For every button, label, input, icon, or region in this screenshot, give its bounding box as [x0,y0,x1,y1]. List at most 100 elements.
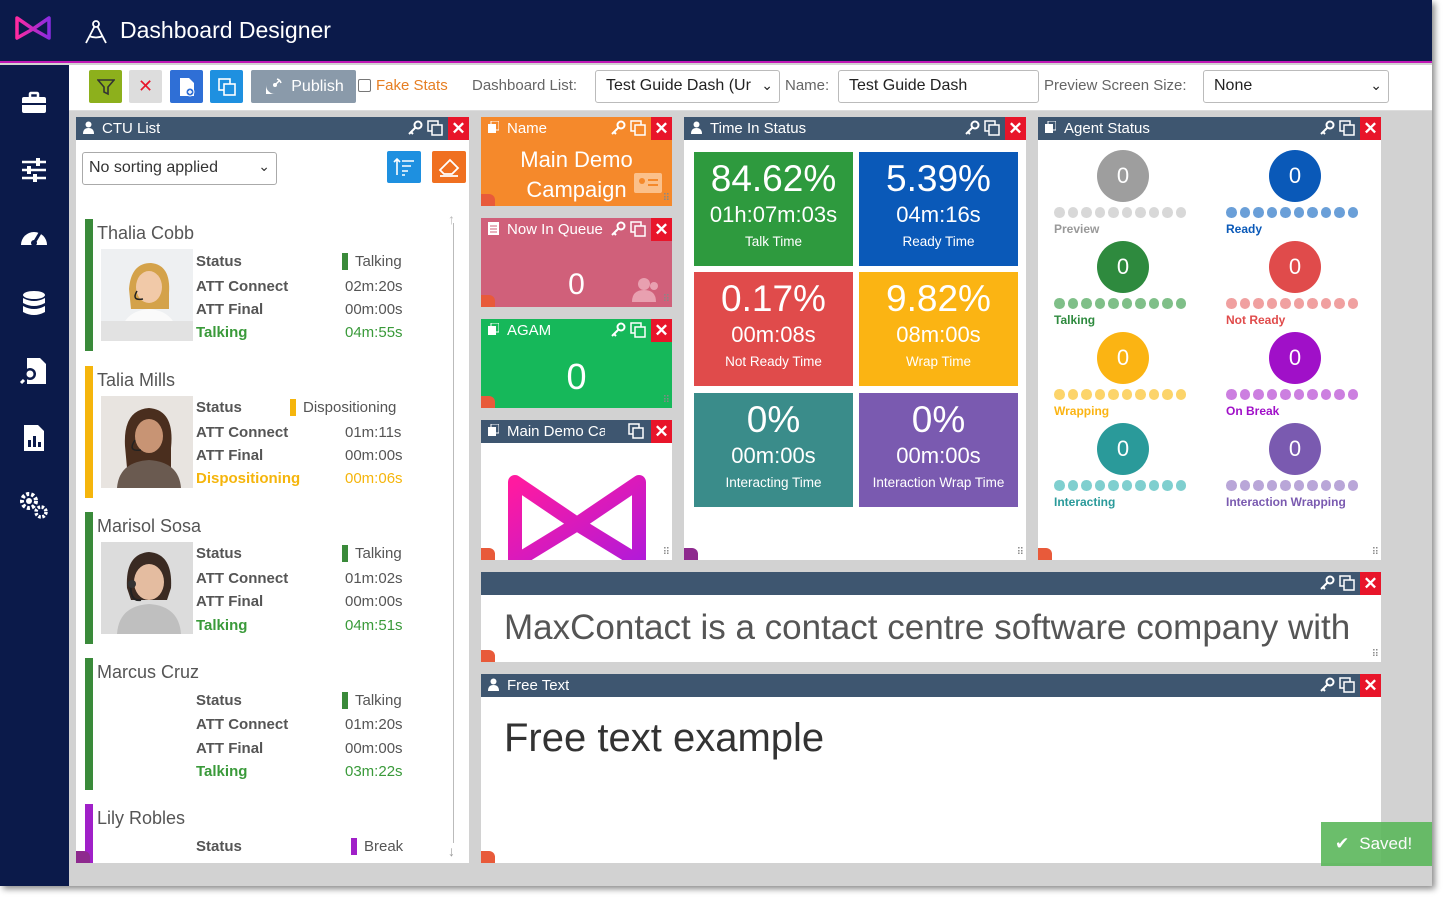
clear-sort-button[interactable] [432,151,466,183]
gauge-icon[interactable] [18,221,50,253]
key-icon[interactable] [1319,677,1335,693]
drag-grip-icon[interactable]: ⠿ [1017,548,1024,558]
copy-dashboard-button[interactable] [210,70,243,103]
copy-icon[interactable] [427,120,443,136]
status-label: Talking [1054,313,1096,327]
resize-corner[interactable] [481,295,495,307]
key-icon[interactable] [964,120,980,136]
agent-card[interactable]: Marcus Cruz Status Talking ATT Connect 0… [85,658,455,790]
database-icon[interactable] [18,288,50,320]
scrollbar[interactable] [452,213,456,853]
sort-button[interactable] [387,151,421,183]
agent-status-cell: 0 Interaction Wrapping [1226,423,1366,513]
resize-corner[interactable] [481,851,495,863]
panel-header: CTU List ✕ [76,117,469,140]
tile-label: Ready Time [902,234,975,249]
copy-icon[interactable] [630,120,646,136]
att-connect-value: 01m:20s [345,716,403,733]
drag-grip-icon[interactable]: ⠿ [663,194,670,204]
status-label: Status [196,253,242,270]
copy-icon[interactable] [1339,677,1355,693]
drag-grip-icon[interactable]: ⠿ [663,548,670,558]
key-icon[interactable] [610,322,626,338]
preview-size-select[interactable]: None ⌄ [1203,70,1389,103]
close-button[interactable]: ✕ [651,319,672,342]
copy-icon[interactable] [1339,120,1355,136]
close-button[interactable]: ✕ [1360,572,1381,595]
status-count: 0 [1269,332,1321,384]
close-button[interactable]: ✕ [1005,117,1026,140]
copy-icon[interactable] [628,423,644,439]
status-count: 0 [1097,332,1149,384]
close-button[interactable]: ✕ [651,218,672,241]
maxcontact-logo[interactable] [14,15,52,41]
copy-icon[interactable] [630,322,646,338]
close-button[interactable]: ✕ [1360,117,1381,140]
copy-icon[interactable] [984,120,1000,136]
dashboard-list-select[interactable]: Test Guide Dash (Ur ⌄ [595,70,780,103]
state-time: 03m:22s [345,763,403,780]
preview-size-label: Preview Screen Size: [1044,77,1187,94]
tile-percent: 5.39% [886,158,991,199]
copy-icon[interactable] [1339,575,1355,591]
key-icon[interactable] [1319,575,1335,591]
agent-card[interactable]: Lily Robles Status Break [85,804,455,863]
resize-corner[interactable] [76,851,90,863]
satellite-icon [266,77,282,94]
panel-title: Time In Status [710,120,807,137]
fake-stats-toggle[interactable]: Fake Stats [358,77,448,94]
name-input[interactable]: Test Guide Dash [838,70,1039,103]
close-button[interactable]: ✕ [1360,674,1381,697]
resize-corner[interactable] [481,650,495,662]
copy-icon[interactable] [630,221,646,237]
ctu-list-panel: CTU List ✕ No sorting applied ⌄ Thalia C… [76,117,469,863]
fake-stats-checkbox[interactable] [358,79,371,92]
att-connect-value: 02m:20s [345,278,403,295]
resize-corner[interactable] [481,396,495,408]
scroll-down-arrow-icon[interactable]: ↓ [448,843,455,859]
cancel-button[interactable]: ✕ [129,70,162,103]
briefcase-icon[interactable] [18,87,50,119]
status-dots [1054,207,1186,219]
tile-time: 00m:00s [731,443,816,468]
ticker-panel: ✕ MaxContact is a contact centre softwar… [481,572,1381,662]
agent-card[interactable]: Marisol Sosa Status Talking ATT Connect … [85,512,455,644]
key-icon[interactable] [610,221,626,237]
sliders-icon[interactable] [18,154,50,186]
agent-name: Lily Robles [97,808,186,828]
agent-name: Marcus Cruz [97,662,200,682]
report-icon[interactable] [18,422,50,454]
filter-button[interactable] [89,70,122,103]
att-connect-value: 01m:02s [345,570,403,587]
key-icon[interactable] [1319,120,1335,136]
close-button[interactable]: ✕ [651,117,672,140]
status-label: Status [196,399,242,416]
agent-card[interactable]: Thalia Cobb Status Talking ATT Connect 0… [85,219,455,351]
publish-label: Publish [291,77,344,95]
resize-corner[interactable] [481,548,495,560]
drag-grip-icon[interactable]: ⠿ [663,396,670,406]
drag-grip-icon[interactable]: ⠿ [1372,650,1379,660]
scroll-up-arrow-icon[interactable]: ↑ [448,211,455,227]
agent-status-bar [85,219,93,351]
resize-corner[interactable] [684,548,698,560]
key-icon[interactable] [407,120,423,136]
close-button[interactable]: ✕ [651,420,672,443]
drag-grip-icon[interactable]: ⠿ [1372,548,1379,558]
resize-corner[interactable] [481,194,495,206]
tile-time: 00m:00s [896,443,981,468]
agent-card[interactable]: Talia Mills Status Dispositioning ATT Co… [85,366,455,498]
cogs-icon[interactable] [18,489,50,521]
tile-percent: 9.82% [886,278,991,319]
resize-corner[interactable] [1038,548,1052,560]
sort-select[interactable]: No sorting applied ⌄ [82,152,277,185]
status-dots [1226,207,1358,219]
publish-button[interactable]: Publish [251,70,356,103]
close-button[interactable]: ✕ [448,117,469,140]
app-title: Dashboard Designer [120,17,331,43]
drag-grip-icon[interactable]: ⠿ [663,295,670,305]
ticker-text: MaxContact is a contact centre software … [504,608,1351,647]
new-dashboard-button[interactable] [170,70,203,103]
key-icon[interactable] [610,120,626,136]
file-search-icon[interactable] [18,355,50,387]
